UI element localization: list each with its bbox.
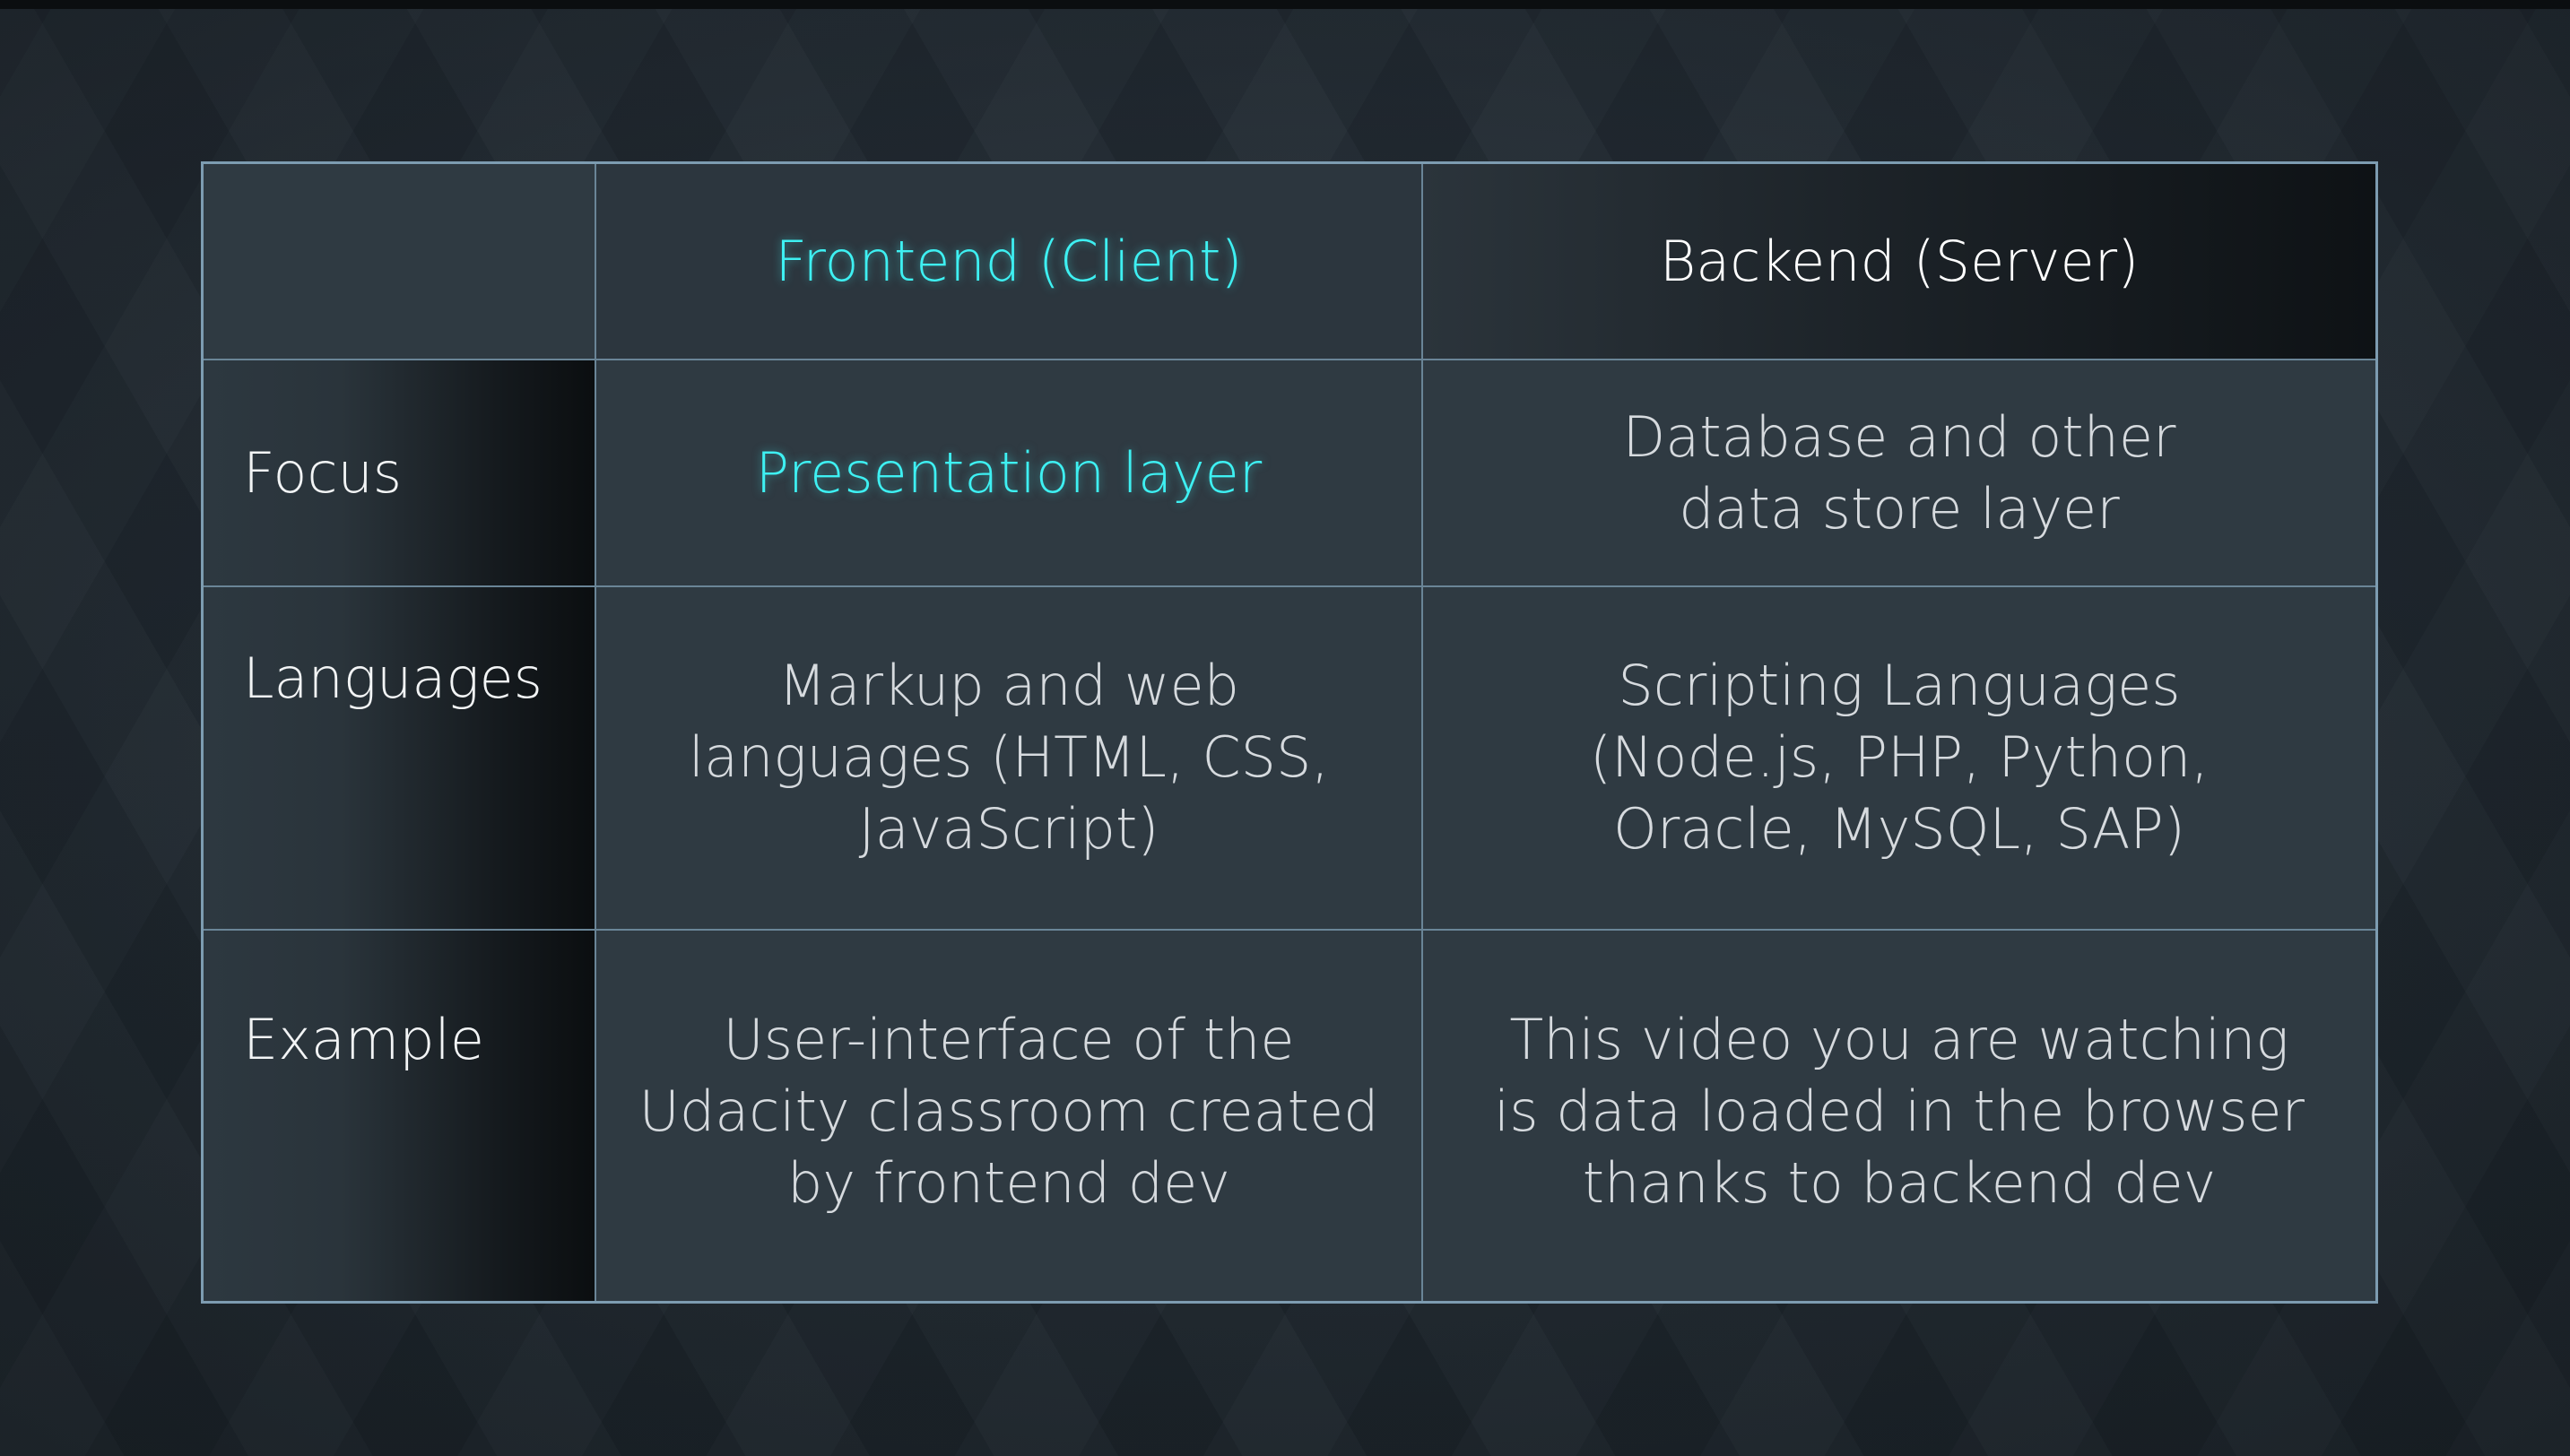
header-backend: Backend (Server): [1423, 164, 2375, 360]
focus-backend-cell: Database and other data store layer: [1423, 360, 2375, 587]
comparison-table: Frontend (Client) Backend (Server) Focus…: [201, 161, 2378, 1304]
top-band: [0, 0, 2570, 9]
header-frontend: Frontend (Client): [596, 164, 1423, 360]
languages-backend-cell: Scripting Languages (Node.js, PHP, Pytho…: [1423, 587, 2375, 931]
table-corner-cell: [204, 164, 596, 360]
languages-frontend-cell: Markup and web languages (HTML, CSS, Jav…: [596, 587, 1423, 931]
row-label-languages: Languages: [204, 587, 596, 931]
row-label-focus: Focus: [204, 360, 596, 587]
example-backend-cell: This video you are watching is data load…: [1423, 931, 2375, 1301]
focus-frontend-cell: Presentation layer: [596, 360, 1423, 587]
row-label-example: Example: [204, 931, 596, 1301]
example-frontend-cell: User-interface of the Udacity classroom …: [596, 931, 1423, 1301]
